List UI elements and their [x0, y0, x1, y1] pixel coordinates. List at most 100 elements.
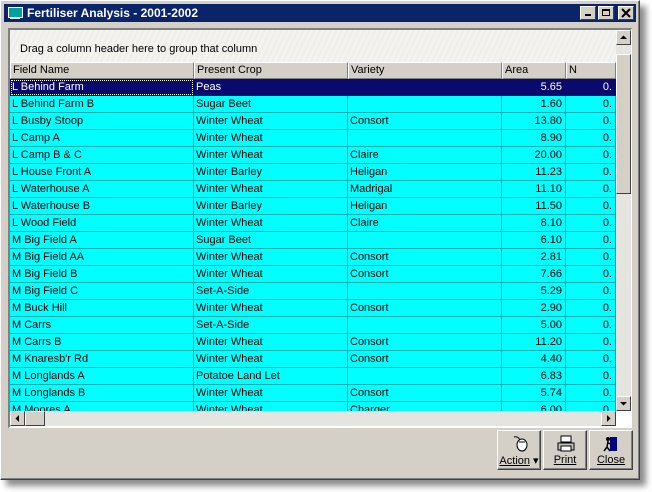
scroll-left-button[interactable] [10, 411, 25, 426]
cell-area[interactable]: 8.90 [502, 130, 566, 147]
cell-n[interactable]: 0. [566, 317, 616, 334]
column-header-area[interactable]: Area [502, 62, 566, 79]
vertical-scroll-thumb[interactable] [616, 54, 631, 194]
cell-field-name[interactable]: M Big Field C [10, 283, 194, 300]
cell-field-name[interactable]: M Big Field AA [10, 249, 194, 266]
cell-present-crop[interactable]: Winter Barley [194, 164, 348, 181]
cell-n[interactable]: 0. [566, 130, 616, 147]
cell-variety[interactable]: Consort [348, 385, 502, 402]
cell-n[interactable]: 0. [566, 96, 616, 113]
column-header-field-name[interactable]: Field Name [10, 62, 194, 79]
cell-present-crop[interactable]: Winter Wheat [194, 402, 348, 411]
cell-area[interactable]: 5.29 [502, 283, 566, 300]
cell-field-name[interactable]: M Knaresb'r Rd [10, 351, 194, 368]
cell-field-name[interactable]: M Buck Hill [10, 300, 194, 317]
cell-area[interactable]: 5.74 [502, 385, 566, 402]
cell-n[interactable]: 0. [566, 283, 616, 300]
cell-n[interactable]: 0. [566, 266, 616, 283]
table-row[interactable]: M Longlands B Winter Wheat Consort 5.74 0. [10, 385, 616, 402]
cell-field-name[interactable]: M Moores A [10, 402, 194, 411]
table-row[interactable]: M Carrs B Winter Wheat Consort 11.20 0. [10, 334, 616, 351]
table-row[interactable]: L Busby Stoop Winter Wheat Consort 13.80 0. [10, 113, 616, 130]
app-window-icon[interactable] [7, 6, 23, 20]
cell-variety[interactable]: Consort [348, 113, 502, 130]
cell-field-name[interactable]: L Busby Stoop [10, 113, 194, 130]
cell-variety[interactable]: Consort [348, 249, 502, 266]
cell-area[interactable]: 5.65 [502, 79, 566, 96]
cell-area[interactable]: 7.66 [502, 266, 566, 283]
cell-field-name[interactable]: L Camp A [10, 130, 194, 147]
cell-n[interactable]: 0. [566, 402, 616, 411]
cell-variety[interactable] [348, 79, 502, 96]
cell-n[interactable]: 0. [566, 351, 616, 368]
cell-area[interactable]: 11.20 [502, 334, 566, 351]
cell-variety[interactable]: Consort [348, 266, 502, 283]
cell-variety[interactable]: Heligan [348, 198, 502, 215]
cell-variety[interactable]: Consort [348, 334, 502, 351]
table-row[interactable]: L Wood Field Winter Wheat Claire 8.10 0. [10, 215, 616, 232]
cell-field-name[interactable]: L Waterhouse B [10, 198, 194, 215]
cell-n[interactable]: 0. [566, 113, 616, 130]
cell-n[interactable]: 0. [566, 164, 616, 181]
cell-present-crop[interactable]: Winter Wheat [194, 266, 348, 283]
cell-variety[interactable]: Claire [348, 147, 502, 164]
cell-present-crop[interactable]: Winter Wheat [194, 113, 348, 130]
cell-present-crop[interactable]: Winter Barley [194, 198, 348, 215]
table-row[interactable]: M Big Field A Sugar Beet 6.10 0. [10, 232, 616, 249]
scroll-up-button[interactable] [616, 30, 631, 45]
cell-field-name[interactable]: M Big Field A [10, 232, 194, 249]
group-by-area[interactable]: Drag a column header here to group that … [10, 30, 616, 62]
cell-n[interactable]: 0. [566, 181, 616, 198]
cell-variety[interactable]: Claire [348, 215, 502, 232]
cell-field-name[interactable]: L Behind Farm [10, 79, 194, 96]
table-row[interactable]: L Waterhouse B Winter Barley Heligan 11.50 0… [10, 198, 616, 215]
cell-n[interactable]: 0. [566, 249, 616, 266]
cell-n[interactable]: 0. [566, 385, 616, 402]
cell-variety[interactable] [348, 232, 502, 249]
cell-field-name[interactable]: M Longlands B [10, 385, 194, 402]
cell-present-crop[interactable]: Winter Wheat [194, 249, 348, 266]
cell-variety[interactable]: Consort [348, 300, 502, 317]
cell-area[interactable]: 20.00 [502, 147, 566, 164]
cell-present-crop[interactable]: Sugar Beet [194, 96, 348, 113]
cell-field-name[interactable]: M Longlands A [10, 368, 194, 385]
cell-n[interactable]: 0. [566, 147, 616, 164]
cell-variety[interactable] [348, 368, 502, 385]
table-row[interactable]: M Big Field AA Winter Wheat Consort 2.81 0. [10, 249, 616, 266]
cell-present-crop[interactable]: Set-A-Side [194, 283, 348, 300]
horizontal-scroll-thumb[interactable] [25, 411, 45, 426]
cell-present-crop[interactable]: Sugar Beet [194, 232, 348, 249]
cell-present-crop[interactable]: Winter Wheat [194, 215, 348, 232]
cell-present-crop[interactable]: Winter Wheat [194, 351, 348, 368]
table-row[interactable]: L Waterhouse A Winter Wheat Madrigal 11.10 0… [10, 181, 616, 198]
cell-field-name[interactable]: L Camp B & C [10, 147, 194, 164]
cell-field-name[interactable]: M Carrs B [10, 334, 194, 351]
column-header-variety[interactable]: Variety [348, 62, 502, 79]
cell-area[interactable]: 2.90 [502, 300, 566, 317]
scroll-right-button[interactable] [601, 411, 616, 426]
scroll-down-button[interactable] [616, 396, 631, 411]
cell-n[interactable]: 0. [566, 300, 616, 317]
title-bar[interactable]: Fertiliser Analysis - 2001-2002 [4, 4, 636, 22]
cell-present-crop[interactable]: Winter Wheat [194, 181, 348, 198]
minimize-button[interactable] [580, 6, 596, 20]
cell-variety[interactable]: Charger [348, 402, 502, 411]
cell-n[interactable]: 0. [566, 198, 616, 215]
cell-present-crop[interactable]: Set-A-Side [194, 317, 348, 334]
table-row[interactable]: M Big Field C Set-A-Side 5.29 0. [10, 283, 616, 300]
table-row[interactable]: M Moores A Winter Wheat Charger 6.00 0. [10, 402, 616, 411]
table-row[interactable]: M Big Field B Winter Wheat Consort 7.66 0. [10, 266, 616, 283]
column-header-present-crop[interactable]: Present Crop [194, 62, 348, 79]
table-row[interactable]: L Camp A Winter Wheat 8.90 0. [10, 130, 616, 147]
cell-present-crop[interactable]: Winter Wheat [194, 385, 348, 402]
cell-variety[interactable] [348, 130, 502, 147]
cell-area[interactable]: 4.40 [502, 351, 566, 368]
table-row[interactable]: M Carrs Set-A-Side 5.00 0. [10, 317, 616, 334]
cell-n[interactable]: 0. [566, 368, 616, 385]
cell-area[interactable]: 6.10 [502, 232, 566, 249]
cell-variety[interactable] [348, 317, 502, 334]
cell-area[interactable]: 5.00 [502, 317, 566, 334]
cell-variety[interactable]: Madrigal [348, 181, 502, 198]
table-row[interactable]: M Longlands A Potatoe Land Let 6.83 0. [10, 368, 616, 385]
cell-area[interactable]: 6.83 [502, 368, 566, 385]
